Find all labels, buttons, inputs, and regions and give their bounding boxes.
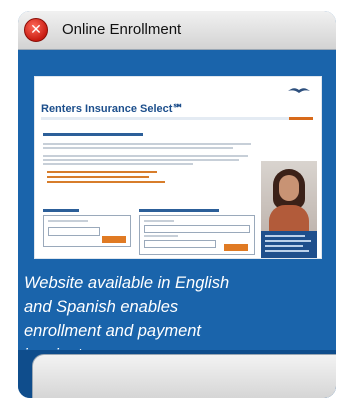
caption-line bbox=[265, 235, 305, 237]
site-text-line bbox=[43, 163, 193, 165]
eagle-logo-icon bbox=[288, 88, 310, 93]
login-label bbox=[48, 220, 88, 222]
card-header: ✕ Online Enrollment bbox=[18, 11, 336, 50]
description-line: and Spanish enables bbox=[24, 298, 179, 316]
site-text-line bbox=[43, 147, 233, 149]
login-box-heading bbox=[43, 209, 79, 212]
search-box bbox=[139, 215, 255, 255]
agent-photo bbox=[261, 161, 317, 258]
site-title: Renters Insurance Select℠ bbox=[41, 103, 184, 115]
next-panel-tab[interactable] bbox=[32, 354, 336, 398]
site-text-line bbox=[43, 143, 251, 145]
login-button bbox=[102, 236, 126, 243]
site-bullet-link bbox=[47, 176, 149, 178]
website-screenshot: Renters Insurance Select℠ bbox=[34, 76, 322, 259]
search-label bbox=[144, 220, 174, 222]
close-button[interactable]: ✕ bbox=[24, 18, 48, 42]
login-input bbox=[48, 227, 100, 236]
search-input bbox=[144, 225, 250, 233]
site-text-line bbox=[43, 159, 239, 161]
caption-line bbox=[265, 245, 303, 247]
site-text-line bbox=[43, 155, 248, 157]
search-box-heading bbox=[139, 209, 219, 212]
login-box bbox=[43, 215, 131, 247]
site-top-link bbox=[289, 117, 313, 120]
site-subheading bbox=[43, 133, 143, 136]
site-nav-bar bbox=[41, 117, 309, 120]
close-icon: ✕ bbox=[30, 22, 42, 38]
search-input bbox=[144, 240, 216, 248]
search-button bbox=[224, 244, 248, 251]
caption-line bbox=[265, 250, 309, 252]
caption-line bbox=[265, 240, 311, 242]
enrollment-card: ✕ Online Enrollment Renters Insurance Se… bbox=[18, 11, 336, 398]
description-line: Website available in English bbox=[24, 274, 230, 292]
description-line: enrollment and payment bbox=[24, 322, 202, 340]
search-label bbox=[144, 235, 178, 237]
site-bullet-link bbox=[47, 181, 165, 183]
header-title: Online Enrollment bbox=[62, 21, 182, 38]
photo-caption bbox=[261, 231, 317, 258]
content-panel: Renters Insurance Select℠ Website availa… bbox=[18, 50, 336, 364]
site-bullet-link bbox=[47, 171, 157, 173]
photo-face bbox=[279, 175, 299, 201]
